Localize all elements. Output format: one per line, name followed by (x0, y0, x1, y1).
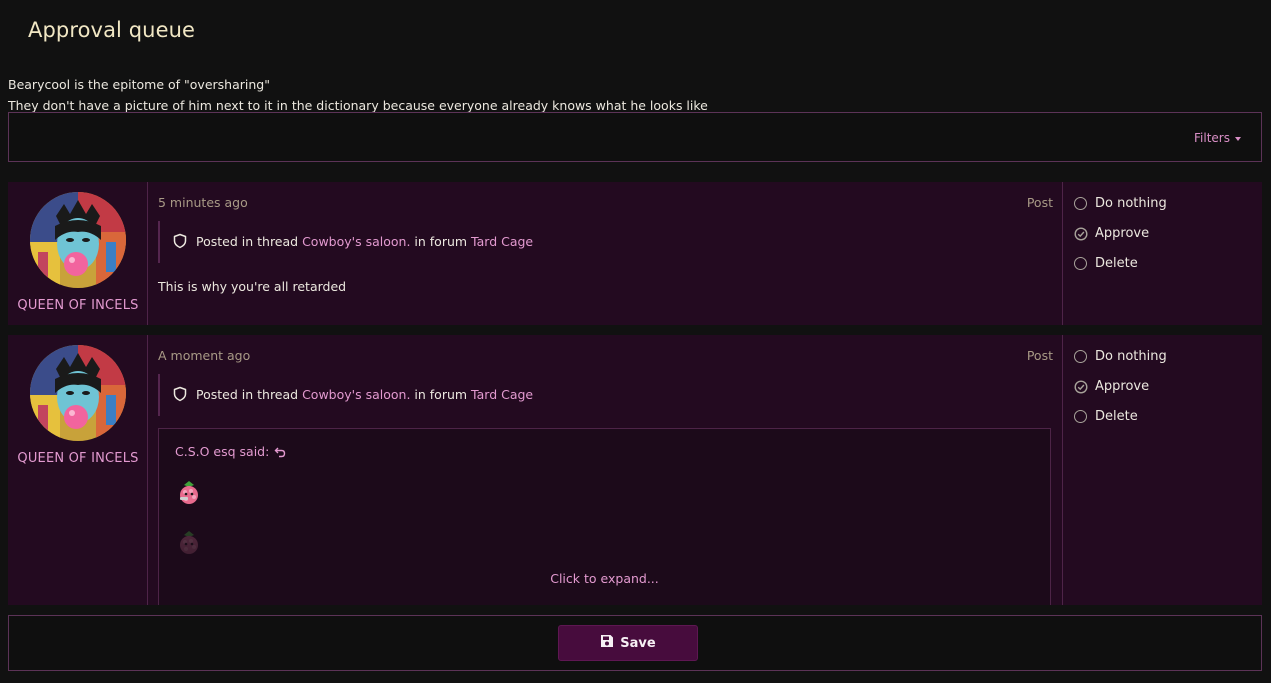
content-cell: 5 minutes ago Post Posted in thread Cowb… (149, 182, 1062, 325)
context-block: Posted in thread Cowboy's saloon. in for… (158, 221, 1038, 263)
post-time: 5 minutes ago (158, 195, 248, 210)
content-cell: A moment ago Post Posted in thread Cowbo… (149, 335, 1062, 605)
raspberry-smiley-icon (175, 479, 203, 507)
notice-line: Bearycool is the epitome of "oversharing… (8, 77, 270, 92)
avatar[interactable] (30, 345, 126, 441)
context-prefix: Posted in thread (196, 387, 299, 402)
context-mid: in forum (414, 234, 468, 249)
action-label: Do nothing (1095, 349, 1167, 364)
shield-icon (172, 386, 188, 406)
post-time: A moment ago (158, 348, 251, 363)
post-message: This is why you're all retarded (158, 279, 347, 294)
notice-block: Bearycool is the epitome of "oversharing… (8, 74, 708, 116)
thread-link[interactable]: Cowboy's saloon. (302, 234, 410, 249)
action-label: Delete (1095, 409, 1138, 424)
queue-item: QUEEN OF INCELS A moment ago Post Posted… (8, 335, 1262, 605)
quote-block: C.S.O esq said: Click to expand... (158, 428, 1051, 605)
save-icon (600, 634, 614, 652)
caret-down-icon (1235, 136, 1241, 141)
user-cell: QUEEN OF INCELS (8, 335, 148, 605)
filters-dropdown[interactable]: Filters (1194, 131, 1241, 145)
page-title: Approval queue (28, 18, 196, 42)
radio-icon (1074, 197, 1087, 210)
reply-arrow-icon (274, 446, 286, 461)
action-cell: Do nothing Approve Delete (1062, 182, 1262, 325)
filter-bar: Filters (8, 112, 1262, 162)
content-type: Post (1026, 195, 1053, 210)
username-link[interactable]: QUEEN OF INCELS (8, 298, 148, 313)
radio-icon (1074, 350, 1087, 363)
action-cell: Do nothing Approve Delete (1062, 335, 1262, 605)
avatar[interactable] (30, 192, 126, 288)
username-link[interactable]: QUEEN OF INCELS (8, 451, 148, 466)
quote-fade (159, 509, 1050, 605)
forum-link[interactable]: Tard Cage (471, 387, 533, 402)
quote-author-link[interactable]: C.S.O esq said: (175, 444, 286, 461)
save-button[interactable]: Save (558, 625, 698, 661)
check-circle-icon (1074, 380, 1088, 398)
context-prefix: Posted in thread (196, 234, 299, 249)
shield-icon (172, 233, 188, 253)
context-text: Posted in thread Cowboy's saloon. in for… (196, 234, 533, 249)
forum-link[interactable]: Tard Cage (471, 234, 533, 249)
footer-bar: Save (8, 615, 1262, 671)
content-type: Post (1026, 348, 1053, 363)
action-label: Approve (1095, 379, 1150, 394)
radio-icon (1074, 410, 1087, 423)
check-circle-icon (1074, 227, 1088, 245)
action-label: Delete (1095, 256, 1138, 271)
quote-author: C.S.O esq said: (175, 444, 270, 459)
context-text: Posted in thread Cowboy's saloon. in for… (196, 387, 533, 402)
queue-item: QUEEN OF INCELS 5 minutes ago Post Poste… (8, 182, 1262, 325)
radio-icon (1074, 257, 1087, 270)
action-label: Do nothing (1095, 196, 1167, 211)
filters-label: Filters (1194, 131, 1230, 145)
context-block: Posted in thread Cowboy's saloon. in for… (158, 374, 1038, 416)
thread-link[interactable]: Cowboy's saloon. (302, 387, 410, 402)
click-to-expand-link[interactable]: Click to expand... (159, 571, 1050, 586)
context-mid: in forum (414, 387, 468, 402)
user-cell: QUEEN OF INCELS (8, 182, 148, 325)
save-label: Save (620, 635, 656, 651)
action-label: Approve (1095, 226, 1150, 241)
